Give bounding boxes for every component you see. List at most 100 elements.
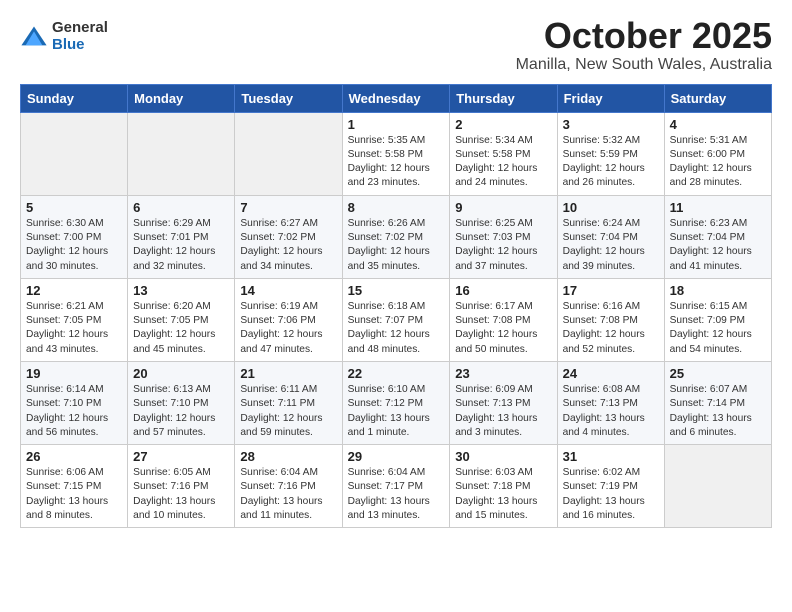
day-number: 4 [670,117,766,132]
month-title: October 2025 [516,16,772,56]
calendar-cell: 2Sunrise: 5:34 AM Sunset: 5:58 PM Daylig… [450,112,557,195]
day-number: 16 [455,283,551,298]
day-info: Sunrise: 6:30 AM Sunset: 7:00 PM Dayligh… [26,217,122,274]
calendar-cell: 13 Sunrise: 6:20 AM Sunset: 7:05 PM Dayli… [128,278,235,361]
day-number: 30 [455,449,551,464]
title-section: October 2025 Manilla, New South Wales, A… [516,16,772,74]
calendar-cell: 23 Sunrise: 6:09 AM Sunset: 7:13 PM Dayli… [450,361,557,444]
logo-text: General Blue [52,20,108,53]
calendar-cell: 28 Sunrise: 6:04 AM Sunset: 7:16 PM Dayli… [235,445,342,528]
calendar-cell: 16Sunrise: 6:17 AM Sunset: 7:08 PM Dayli… [450,278,557,361]
calendar-cell: 6 Sunrise: 6:29 AM Sunset: 7:01 PM Daylig… [128,195,235,278]
calendar-cell: 7 Sunrise: 6:27 AM Sunset: 7:02 PM Daylig… [235,195,342,278]
day-info: Sunrise: 6:16 AM Sunset: 7:08 PM Dayligh… [563,300,659,357]
day-info: Sunrise: 6:09 AM Sunset: 7:13 PM Dayligh… [455,383,551,440]
calendar-cell: 25 Sunrise: 6:07 AM Sunset: 7:14 PM Dayli… [664,361,771,444]
day-info: Sunrise: 6:04 AM Sunset: 7:17 PM Dayligh… [348,466,445,523]
day-number: 28 [240,449,336,464]
calendar-cell: 17Sunrise: 6:16 AM Sunset: 7:08 PM Dayli… [557,278,664,361]
weekday-header-saturday: Saturday [664,84,771,112]
day-number: 8 [348,200,445,215]
day-info: Sunrise: 5:35 AM Sunset: 5:58 PM Dayligh… [348,134,445,191]
day-info: Sunrise: 6:25 AM Sunset: 7:03 PM Dayligh… [455,217,551,274]
calendar-cell: 1Sunrise: 5:35 AM Sunset: 5:58 PM Daylig… [342,112,450,195]
day-info: Sunrise: 6:24 AM Sunset: 7:04 PM Dayligh… [563,217,659,274]
day-info: Sunrise: 6:04 AM Sunset: 7:16 PM Dayligh… [240,466,336,523]
calendar-cell: 26 Sunrise: 6:06 AM Sunset: 7:15 PM Dayli… [21,445,128,528]
calendar-cell: 15 Sunrise: 6:18 AM Sunset: 7:07 PM Dayli… [342,278,450,361]
weekday-header-monday: Monday [128,84,235,112]
calendar-cell [21,112,128,195]
day-info: Sunrise: 6:11 AM Sunset: 7:11 PM Dayligh… [240,383,336,440]
calendar-cell: 18Sunrise: 6:15 AM Sunset: 7:09 PM Dayli… [664,278,771,361]
day-number: 26 [26,449,122,464]
logo-general-text: General [52,20,108,37]
day-info: Sunrise: 6:10 AM Sunset: 7:12 PM Dayligh… [348,383,445,440]
calendar-cell: 14Sunrise: 6:19 AM Sunset: 7:06 PM Dayli… [235,278,342,361]
calendar-cell: 3 Sunrise: 5:32 AM Sunset: 5:59 PM Daylig… [557,112,664,195]
day-number: 2 [455,117,551,132]
calendar-cell: 8 Sunrise: 6:26 AM Sunset: 7:02 PM Daylig… [342,195,450,278]
day-number: 21 [240,366,336,381]
calendar-cell [235,112,342,195]
day-info: Sunrise: 6:26 AM Sunset: 7:02 PM Dayligh… [348,217,445,274]
day-info: Sunrise: 6:07 AM Sunset: 7:14 PM Dayligh… [670,383,766,440]
calendar-cell: 9 Sunrise: 6:25 AM Sunset: 7:03 PM Daylig… [450,195,557,278]
calendar-cell: 22 Sunrise: 6:10 AM Sunset: 7:12 PM Dayli… [342,361,450,444]
calendar-cell: 31 Sunrise: 6:02 AM Sunset: 7:19 PM Dayli… [557,445,664,528]
calendar-cell [128,112,235,195]
day-number: 29 [348,449,445,464]
day-number: 20 [133,366,229,381]
day-number: 11 [670,200,766,215]
day-info: Sunrise: 6:29 AM Sunset: 7:01 PM Dayligh… [133,217,229,274]
calendar-cell: 24 Sunrise: 6:08 AM Sunset: 7:13 PM Dayli… [557,361,664,444]
day-number: 15 [348,283,445,298]
day-info: Sunrise: 6:23 AM Sunset: 7:04 PM Dayligh… [670,217,766,274]
calendar-cell: 30 Sunrise: 6:03 AM Sunset: 7:18 PM Dayli… [450,445,557,528]
day-info: Sunrise: 5:32 AM Sunset: 5:59 PM Dayligh… [563,134,659,191]
calendar-cell: 29 Sunrise: 6:04 AM Sunset: 7:17 PM Dayli… [342,445,450,528]
day-info: Sunrise: 6:02 AM Sunset: 7:19 PM Dayligh… [563,466,659,523]
day-info: Sunrise: 6:14 AM Sunset: 7:10 PM Dayligh… [26,383,122,440]
logo: General Blue [20,20,108,53]
day-number: 23 [455,366,551,381]
day-number: 13 [133,283,229,298]
day-number: 3 [563,117,659,132]
day-number: 9 [455,200,551,215]
calendar-cell: 11 Sunrise: 6:23 AM Sunset: 7:04 PM Dayli… [664,195,771,278]
day-number: 22 [348,366,445,381]
day-info: Sunrise: 5:31 AM Sunset: 6:00 PM Dayligh… [670,134,766,191]
day-number: 31 [563,449,659,464]
location-title: Manilla, New South Wales, Australia [516,56,772,74]
day-info: Sunrise: 6:27 AM Sunset: 7:02 PM Dayligh… [240,217,336,274]
weekday-header-tuesday: Tuesday [235,84,342,112]
day-info: Sunrise: 6:03 AM Sunset: 7:18 PM Dayligh… [455,466,551,523]
day-number: 25 [670,366,766,381]
logo-blue-text: Blue [52,37,108,54]
day-info: Sunrise: 6:06 AM Sunset: 7:15 PM Dayligh… [26,466,122,523]
logo-icon [20,23,48,51]
weekday-header-thursday: Thursday [450,84,557,112]
calendar-cell: 19Sunrise: 6:14 AM Sunset: 7:10 PM Dayli… [21,361,128,444]
day-number: 7 [240,200,336,215]
day-info: Sunrise: 6:21 AM Sunset: 7:05 PM Dayligh… [26,300,122,357]
day-number: 18 [670,283,766,298]
calendar-week-row: 26 Sunrise: 6:06 AM Sunset: 7:15 PM Dayli… [21,445,772,528]
calendar-cell [664,445,771,528]
calendar-week-row: 12Sunrise: 6:21 AM Sunset: 7:05 PM Dayli… [21,278,772,361]
calendar-cell: 12Sunrise: 6:21 AM Sunset: 7:05 PM Dayli… [21,278,128,361]
weekday-header-wednesday: Wednesday [342,84,450,112]
day-number: 24 [563,366,659,381]
weekday-header-sunday: Sunday [21,84,128,112]
calendar-table: SundayMondayTuesdayWednesdayThursdayFrid… [20,84,772,529]
calendar-week-row: 1Sunrise: 5:35 AM Sunset: 5:58 PM Daylig… [21,112,772,195]
day-number: 10 [563,200,659,215]
day-info: Sunrise: 6:08 AM Sunset: 7:13 PM Dayligh… [563,383,659,440]
day-info: Sunrise: 6:18 AM Sunset: 7:07 PM Dayligh… [348,300,445,357]
day-info: Sunrise: 6:20 AM Sunset: 7:05 PM Dayligh… [133,300,229,357]
day-number: 6 [133,200,229,215]
calendar-cell: 4 Sunrise: 5:31 AM Sunset: 6:00 PM Daylig… [664,112,771,195]
day-number: 5 [26,200,122,215]
day-info: Sunrise: 6:05 AM Sunset: 7:16 PM Dayligh… [133,466,229,523]
calendar-cell: 21 Sunrise: 6:11 AM Sunset: 7:11 PM Dayli… [235,361,342,444]
